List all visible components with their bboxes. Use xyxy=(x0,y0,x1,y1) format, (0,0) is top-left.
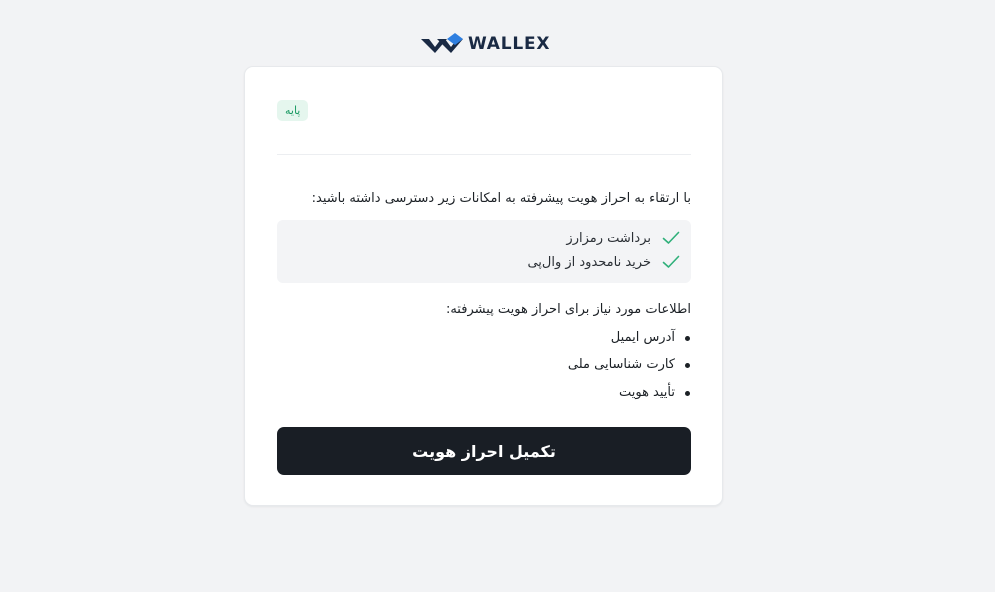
card-content: پایه با ارتقاء به احراز هویت پیشرفته به … xyxy=(277,67,691,505)
feature-label: برداشت رمزارز xyxy=(566,230,651,246)
feature-label: خرید نامحدود از وال‌پی xyxy=(527,254,651,270)
check-icon xyxy=(661,228,681,248)
requirement-label: تأیید هویت xyxy=(618,385,675,400)
wallex-logo-icon xyxy=(421,33,463,53)
wallex-logo: WALLEX xyxy=(421,33,550,55)
brand-name: WALLEX xyxy=(468,34,551,54)
feature-item: خرید نامحدود از وال‌پی xyxy=(527,252,681,272)
requirement-label: کارت شناسایی ملی xyxy=(567,357,675,372)
requirement-item: کارت شناسایی ملی xyxy=(568,354,691,376)
bullet-icon xyxy=(685,390,690,396)
bullet-icon xyxy=(685,362,690,368)
features-box: برداشت رمزارز خرید نامحدود از وال‌پی xyxy=(277,220,691,283)
upgrade-intro-text: با ارتقاء به احراز هویت پیشرفته به امکان… xyxy=(311,191,691,206)
divider xyxy=(277,154,691,155)
check-icon xyxy=(661,252,681,272)
complete-verification-button[interactable]: تکمیل احراز هویت xyxy=(277,427,691,475)
feature-item: برداشت رمزارز xyxy=(566,228,681,248)
verification-card: پایه با ارتقاء به احراز هویت پیشرفته به … xyxy=(244,66,723,506)
bullet-icon xyxy=(685,335,690,341)
requirements-title: اطلاعات مورد نیاز برای احراز هویت پیشرفت… xyxy=(445,302,691,317)
requirement-label: آدرس ایمیل xyxy=(610,330,675,345)
requirement-item: تأیید هویت xyxy=(619,382,691,404)
level-badge: پایه xyxy=(277,100,309,121)
requirement-item: آدرس ایمیل xyxy=(611,327,691,349)
